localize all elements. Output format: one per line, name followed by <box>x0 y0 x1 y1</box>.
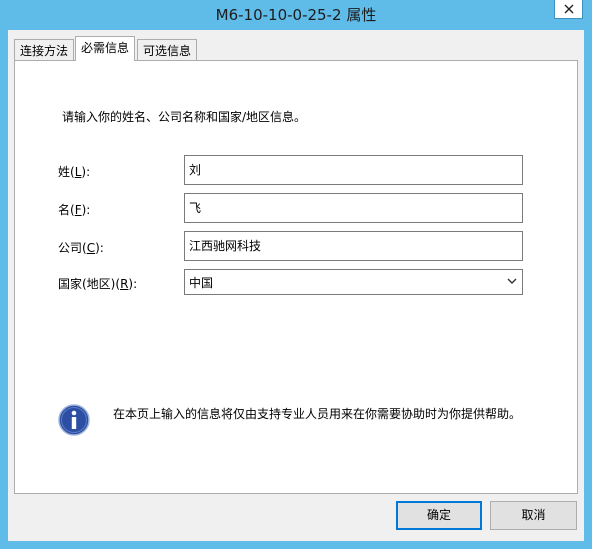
country-select-value: 中国 <box>189 276 214 290</box>
chevron-down-icon <box>507 278 517 284</box>
close-button[interactable] <box>554 0 583 19</box>
given-name-input[interactable]: 飞 <box>184 193 523 223</box>
tab-label: 连接方法 <box>20 44 69 58</box>
cancel-button[interactable]: 取消 <box>490 501 577 530</box>
country-label: 国家(地区)(R): <box>58 277 138 291</box>
dialog-body: 连接方法 必需信息 可选信息 请输入你的姓名、公司名称和国家/地区信息。 姓(L… <box>8 30 584 541</box>
surname-input[interactable]: 刘 <box>184 155 523 185</box>
tab-panel: 请输入你的姓名、公司名称和国家/地区信息。 姓(L): 刘 名(F): 飞 公司… <box>14 60 578 494</box>
surname-label: 姓(L): <box>58 165 91 179</box>
ok-button[interactable]: 确定 <box>396 501 482 530</box>
instruction-text: 请输入你的姓名、公司名称和国家/地区信息。 <box>62 110 307 124</box>
given-name-label: 名(F): <box>58 203 91 217</box>
info-icon <box>58 404 90 436</box>
close-icon <box>564 4 574 14</box>
company-input[interactable]: 江西驰网科技 <box>184 231 523 261</box>
country-select[interactable]: 中国 <box>184 269 523 295</box>
tab-required-info[interactable]: 必需信息 <box>75 36 136 61</box>
tab-label: 必需信息 <box>81 41 130 55</box>
tab-label: 可选信息 <box>143 44 192 58</box>
window-title: M6-10-10-0-25-2 属性 <box>215 6 377 24</box>
title-bar: M6-10-10-0-25-2 属性 <box>0 0 592 29</box>
tab-optional-info[interactable]: 可选信息 <box>137 39 198 61</box>
tab-connection-method[interactable]: 连接方法 <box>14 39 75 61</box>
info-text: 在本页上输入的信息将仅由支持专业人员用来在你需要协助时为你提供帮助。 <box>113 407 522 421</box>
company-label: 公司(C): <box>58 241 104 255</box>
